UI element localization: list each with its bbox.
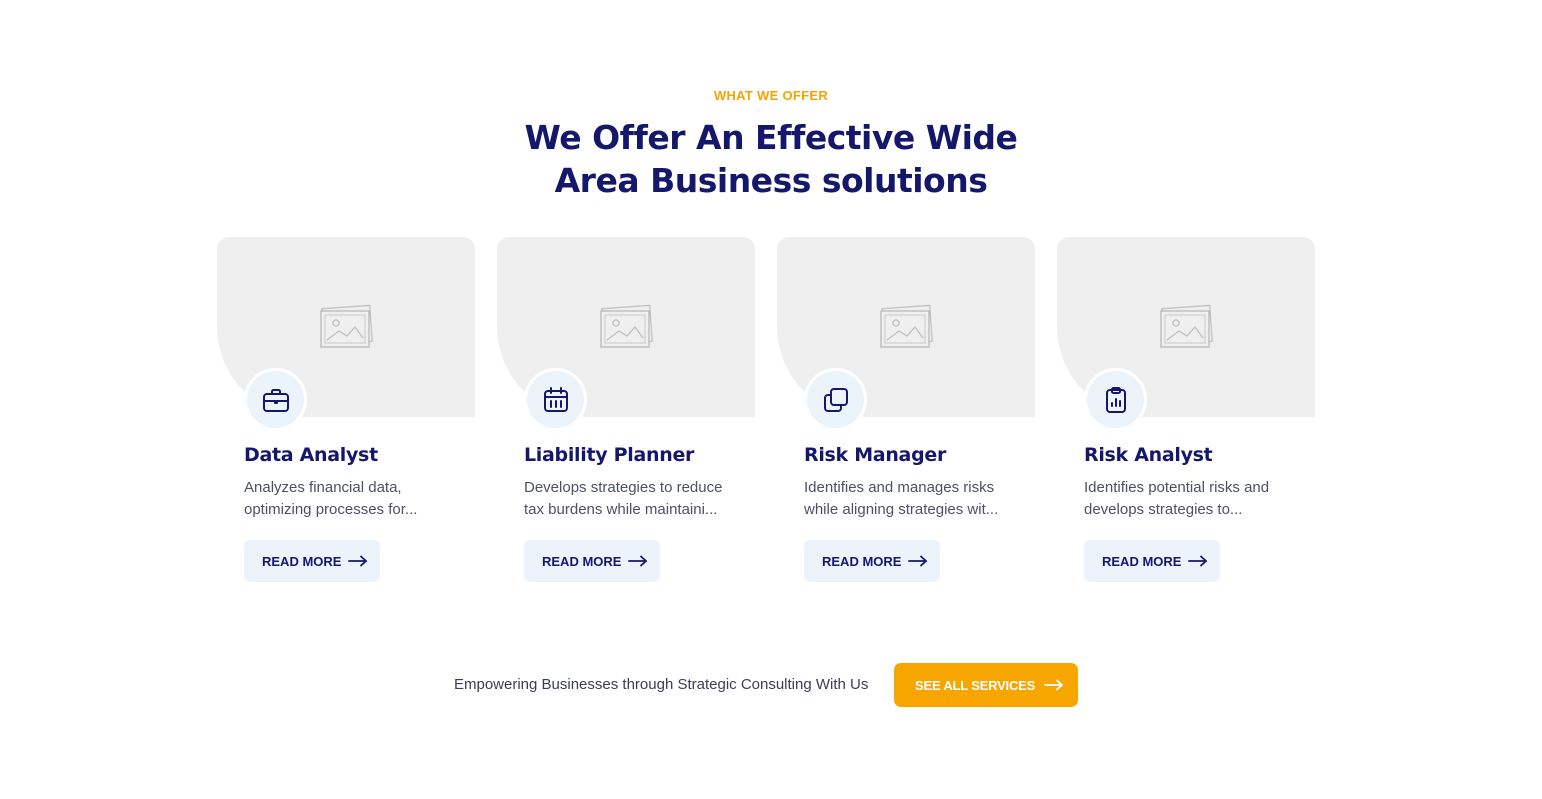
- description-line: Identifies and manages risks: [804, 479, 995, 496]
- copy-icon: [823, 387, 848, 412]
- card-title: Data Analyst: [244, 444, 378, 466]
- read-more-button[interactable]: READ MORE: [524, 540, 660, 582]
- clipboard-chart-icon-badge: [1084, 368, 1147, 431]
- footer-tagline: Empowering Businesses through Strategic …: [454, 676, 869, 693]
- briefcase-icon-badge: [244, 368, 307, 431]
- arrow-right-icon: [1188, 555, 1208, 567]
- card-description: Identifies potential risks and develops …: [1084, 477, 1284, 521]
- card-title: Risk Analyst: [1084, 444, 1213, 466]
- calendar-icon: [543, 386, 568, 412]
- read-more-label: READ MORE: [542, 553, 622, 569]
- see-all-services-label: SEE ALL SERVICES: [915, 677, 1036, 693]
- read-more-label: READ MORE: [1102, 553, 1182, 569]
- section-headline: We Offer An Effective Wide Area Business…: [0, 116, 1542, 202]
- read-more-button[interactable]: READ MORE: [1084, 540, 1220, 582]
- see-all-services-button[interactable]: SEE ALL SERVICES: [894, 663, 1078, 707]
- card-description: Analyzes financial data, optimizing proc…: [244, 477, 444, 521]
- description-line: Analyzes financial data,: [244, 479, 402, 496]
- service-cards: Data Analyst Analyzes financial data, op…: [217, 237, 1317, 597]
- image-placeholder-icon: [320, 304, 373, 348]
- eyebrow-label: WHAT WE OFFER: [713, 88, 829, 103]
- clipboard-chart-icon: [1105, 386, 1126, 413]
- card-description: Identifies and manages risks while align…: [804, 477, 1004, 521]
- image-placeholder-icon: [1160, 304, 1213, 348]
- arrow-right-icon: [908, 555, 928, 567]
- service-card-data-analyst: Data Analyst Analyzes financial data, op…: [217, 237, 475, 597]
- card-title: Risk Manager: [804, 444, 947, 466]
- description-line: optimizing processes for...: [244, 501, 418, 518]
- arrow-right-icon: [348, 555, 368, 567]
- description-line: while aligning strategies wit...: [804, 501, 999, 518]
- card-title: Liability Planner: [524, 444, 695, 466]
- description-line: Identifies potential risks and: [1084, 479, 1270, 496]
- description-line: develops strategies to...: [1084, 501, 1243, 518]
- service-card-liability-planner: Liability Planner Develops strategies to…: [497, 237, 755, 597]
- service-card-risk-analyst: Risk Analyst Identifies potential risks …: [1057, 237, 1315, 597]
- description-line: Develops strategies to reduce: [524, 479, 723, 496]
- image-placeholder-icon: [880, 304, 933, 348]
- arrow-right-icon: [628, 555, 648, 567]
- read-more-label: READ MORE: [822, 553, 902, 569]
- read-more-label: READ MORE: [262, 553, 342, 569]
- read-more-button[interactable]: READ MORE: [804, 540, 940, 582]
- calendar-icon-badge: [524, 368, 587, 431]
- service-card-risk-manager: Risk Manager Identifies and manages risk…: [777, 237, 1035, 597]
- headline-line-2: Area Business solutions: [554, 161, 988, 200]
- read-more-button[interactable]: READ MORE: [244, 540, 380, 582]
- arrow-right-icon: [1044, 679, 1064, 691]
- briefcase-icon: [262, 388, 289, 412]
- image-placeholder-icon: [600, 304, 653, 348]
- copy-icon-badge: [804, 368, 867, 431]
- description-line: tax burdens while maintaini...: [524, 501, 718, 518]
- headline-line-1: We Offer An Effective Wide: [524, 118, 1018, 157]
- card-description: Develops strategies to reduce tax burden…: [524, 477, 724, 521]
